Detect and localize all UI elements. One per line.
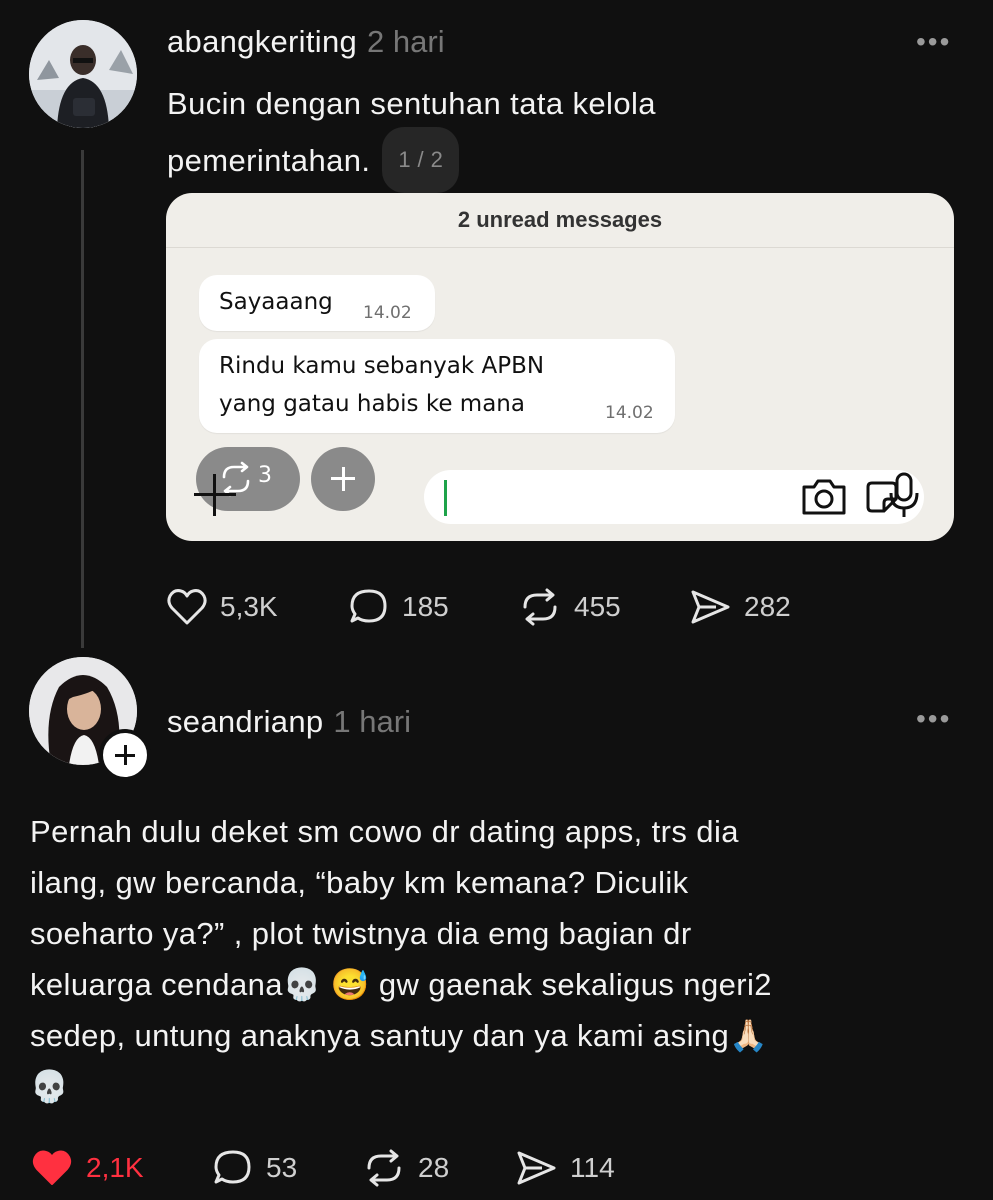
add-circle-overlay (311, 447, 375, 511)
repost-button[interactable]: 455 (518, 587, 688, 627)
chat-bubble: Sayaaang 14.02 (199, 275, 435, 331)
username[interactable]: abangkeriting (167, 24, 357, 59)
comment-icon (214, 1150, 251, 1184)
post1-text: Bucin dengan sentuhan tata kelola pemeri… (167, 78, 947, 196)
camera-icon (802, 479, 846, 515)
post-time: 2 hari (367, 24, 445, 59)
repost-count: 28 (418, 1152, 450, 1183)
follow-button[interactable] (99, 729, 151, 781)
post-text-line-2-content: pemerintahan. (167, 143, 371, 179)
chat-message-line: Rindu kamu sebanyak APBN (219, 353, 545, 379)
reply-button[interactable]: 185 (348, 587, 518, 627)
username-2[interactable]: seandrianp (167, 704, 323, 739)
share-count: 114 (570, 1152, 615, 1183)
chat-input-field (424, 470, 924, 524)
post-text-line-2: pemerintahan. 1 / 2 (167, 127, 947, 196)
post-text-line: 💀 (30, 1069, 69, 1104)
post-text-line: sedep, untung anaknya santuy dan ya kami… (30, 1018, 769, 1053)
repost-icon (222, 461, 250, 497)
repost-count-overlay: 3 (196, 447, 300, 511)
post-time-2: 1 hari (333, 704, 411, 739)
more-options-icon-2[interactable]: ••• (916, 705, 951, 733)
post-text-line: Pernah dulu deket sm cowo dr dating apps… (30, 814, 739, 849)
send-icon (691, 590, 730, 624)
like-button-liked[interactable]: 2,1K (30, 1148, 212, 1188)
post2-actions: 2,1K 53 28 114 (30, 1145, 615, 1191)
post2-header: seandrianp 1 hari (167, 704, 411, 740)
post-text-line: Bucin dengan sentuhan tata kelola (167, 86, 656, 121)
avatar-photo (29, 20, 137, 128)
post2-text: Pernah dulu deket sm cowo dr dating apps… (30, 806, 970, 1112)
chat-message-2: Rindu kamu sebanyak APBN yang gatau habi… (219, 347, 544, 423)
heart-filled-icon (32, 1150, 72, 1185)
repost-icon (367, 1149, 401, 1187)
post-text-line: ilang, gw bercanda, “baby km kemana? Dic… (30, 865, 689, 900)
post1-actions: 5,3K 185 455 282 (166, 584, 791, 630)
share-button[interactable]: 282 (688, 587, 791, 627)
share-button-2[interactable]: 114 (514, 1148, 615, 1188)
thread-line (81, 150, 84, 648)
like-count: 5,3K (220, 591, 278, 622)
image-pager: 1 / 2 (382, 127, 460, 193)
chat-message: Sayaaang (219, 289, 333, 315)
heart-icon (167, 589, 207, 625)
share-count: 282 (744, 591, 791, 622)
like-button[interactable]: 5,3K (166, 587, 348, 627)
post-text-line: soeharto ya?” , plot twistnya dia emg ba… (30, 916, 692, 951)
comment-icon (350, 589, 387, 623)
repost-count: 3 (258, 463, 272, 488)
avatar-abangkeriting[interactable] (29, 20, 137, 128)
reply-button-2[interactable]: 53 (212, 1148, 362, 1188)
send-icon (517, 1151, 556, 1185)
chat-bubble-2: Rindu kamu sebanyak APBN yang gatau habi… (199, 339, 675, 433)
plus-icon-vertical (341, 467, 345, 491)
plus-thin-icon-vertical (213, 474, 216, 516)
unread-header: 2 unread messages (166, 193, 954, 248)
like-count: 2,1K (86, 1152, 144, 1183)
repost-button-2[interactable]: 28 (362, 1148, 514, 1188)
microphone-icon (889, 472, 919, 517)
chat-time: 14.02 (363, 303, 412, 323)
post1-header: abangkeriting 2 hari (167, 24, 445, 60)
text-cursor (444, 480, 447, 516)
post-text-line: keluarga cendana💀 😅 gw gaenak sekaligus … (30, 967, 772, 1002)
more-options-icon[interactable]: ••• (916, 28, 951, 56)
chat-message-line-2: yang gatau habis ke mana (219, 391, 525, 417)
repost-icon (523, 588, 557, 626)
chat-time-2: 14.02 (605, 403, 654, 423)
follow-plus-icon-vertical (123, 745, 127, 765)
reply-count: 185 (402, 591, 449, 622)
chat-screenshot-image[interactable]: 2 unread messages Sayaaang 14.02 Rindu k… (166, 193, 954, 541)
reply-count: 53 (266, 1152, 298, 1183)
repost-count: 455 (574, 591, 621, 622)
